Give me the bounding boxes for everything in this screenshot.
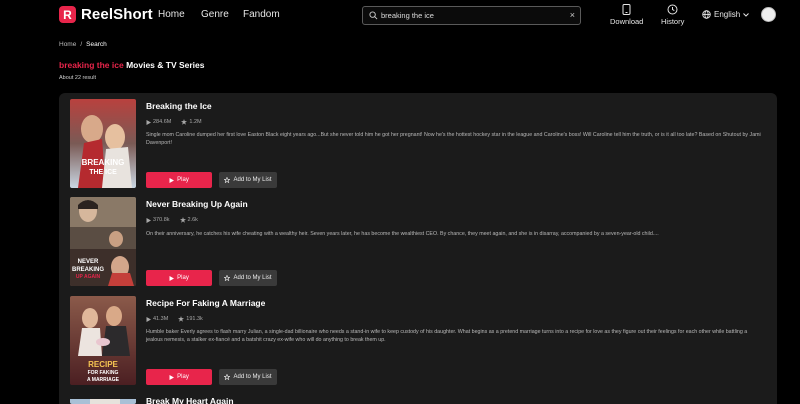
item-stats: 284.6M 1.2M xyxy=(146,119,202,125)
history-button[interactable]: History xyxy=(661,4,684,26)
poster-title-text: BREAKING xyxy=(82,158,125,167)
reelshort-logo[interactable]: R ReelShort xyxy=(59,6,153,23)
item-title[interactable]: Breaking the Ice xyxy=(146,101,212,111)
search-icon xyxy=(369,11,378,20)
svg-text:FOR FAKING: FOR FAKING xyxy=(88,370,119,376)
play-label: Play xyxy=(177,177,189,183)
add-label: Add to My List xyxy=(233,177,272,183)
play-icon xyxy=(146,119,151,125)
svg-text:BREAKING: BREAKING xyxy=(72,267,104,273)
item-title[interactable]: Recipe For Faking A Marriage xyxy=(146,298,265,308)
play-icon xyxy=(169,374,175,380)
clear-search-icon[interactable]: × xyxy=(570,10,575,20)
likes-stat: 2.6k xyxy=(179,217,198,223)
search-keyword: breaking the ice xyxy=(59,60,124,70)
logo-text: ReelShort xyxy=(81,6,153,23)
item-description: On their anniversary, he catches his wif… xyxy=(146,231,659,237)
search-box[interactable]: × xyxy=(362,6,581,25)
star-icon xyxy=(179,217,186,223)
history-label: History xyxy=(661,17,685,26)
item-title[interactable]: Break My Heart Again xyxy=(146,396,234,404)
play-icon xyxy=(146,217,151,223)
likes-stat: 1.2M xyxy=(181,119,202,125)
poster-never-breaking-up-again[interactable]: NEVER BREAKING UP AGAIN xyxy=(70,197,136,286)
breadcrumb-current: Search xyxy=(86,41,107,48)
item-description: Humble baker Everly agrees to flash marr… xyxy=(146,329,748,343)
play-button[interactable]: Play xyxy=(146,369,212,385)
clock-icon xyxy=(667,4,678,15)
logo-icon: R xyxy=(59,6,76,23)
download-label: Download xyxy=(610,17,644,26)
item-stats: 41.3M 191.3k xyxy=(146,316,203,322)
poster-title-text: RECIPE xyxy=(88,360,118,369)
poster-image: NEVER BREAKING UP AGAIN xyxy=(70,197,136,286)
play-icon xyxy=(146,316,151,322)
star-outline-icon xyxy=(224,275,231,281)
star-icon xyxy=(178,316,185,322)
phone-download-icon xyxy=(622,4,631,15)
likes-stat: 191.3k xyxy=(178,316,203,322)
poster-breaking-the-ice[interactable]: BREAKING THE ICE xyxy=(70,99,136,188)
star-icon xyxy=(181,119,188,125)
poster-image: RECIPE FOR FAKING A MARRIAGE xyxy=(70,296,136,385)
star-outline-icon xyxy=(224,177,231,183)
views-stat: 284.6M xyxy=(146,119,171,125)
play-button[interactable]: Play xyxy=(146,172,212,188)
download-button[interactable]: Download xyxy=(610,4,643,26)
language-selector[interactable]: English xyxy=(702,10,750,19)
poster-image xyxy=(70,399,136,404)
item-description: Single mom Caroline dumped her first lov… xyxy=(146,132,761,146)
svg-text:UP AGAIN: UP AGAIN xyxy=(76,274,101,280)
poster-break-my-heart-again[interactable] xyxy=(70,395,136,404)
play-label: Play xyxy=(177,275,189,281)
page-title: breaking the ice Movies & TV Series xyxy=(59,60,205,70)
language-label: English xyxy=(714,10,741,19)
add-to-list-button[interactable]: Add to My List xyxy=(219,270,277,286)
item-stats: 370.8k 2.6k xyxy=(146,217,198,223)
breadcrumb-home[interactable]: Home xyxy=(59,41,76,48)
poster-recipe-for-faking-a-marriage[interactable]: RECIPE FOR FAKING A MARRIAGE xyxy=(70,296,136,385)
breadcrumb: Home / Search xyxy=(59,41,107,48)
play-icon xyxy=(169,275,175,281)
play-icon xyxy=(169,177,175,183)
avatar[interactable] xyxy=(761,7,776,22)
item-title[interactable]: Never Breaking Up Again xyxy=(146,199,248,209)
add-label: Add to My List xyxy=(233,275,272,281)
add-to-list-button[interactable]: Add to My List xyxy=(219,172,277,188)
poster-image: BREAKING THE ICE xyxy=(70,99,136,188)
nav-genre[interactable]: Genre xyxy=(201,9,229,20)
top-bar: R ReelShort Home Genre Fandom × Download… xyxy=(0,0,800,31)
star-outline-icon xyxy=(224,374,231,380)
title-suffix: Movies & TV Series xyxy=(123,60,205,70)
poster-title-text: NEVER xyxy=(78,259,99,265)
views-stat: 370.8k xyxy=(146,217,170,223)
play-label: Play xyxy=(177,374,189,380)
nav-fandom[interactable]: Fandom xyxy=(243,9,280,20)
nav-home[interactable]: Home xyxy=(158,9,185,20)
search-input[interactable] xyxy=(381,9,561,22)
chevron-down-icon xyxy=(743,12,750,17)
svg-text:A MARRIAGE: A MARRIAGE xyxy=(87,377,120,383)
result-count: About 22 result xyxy=(59,75,96,81)
play-button[interactable]: Play xyxy=(146,270,212,286)
add-label: Add to My List xyxy=(233,374,272,380)
globe-icon xyxy=(702,10,711,19)
views-stat: 41.3M xyxy=(146,316,168,322)
breadcrumb-separator: / xyxy=(80,41,83,48)
svg-text:THE ICE: THE ICE xyxy=(89,169,117,176)
add-to-list-button[interactable]: Add to My List xyxy=(219,369,277,385)
